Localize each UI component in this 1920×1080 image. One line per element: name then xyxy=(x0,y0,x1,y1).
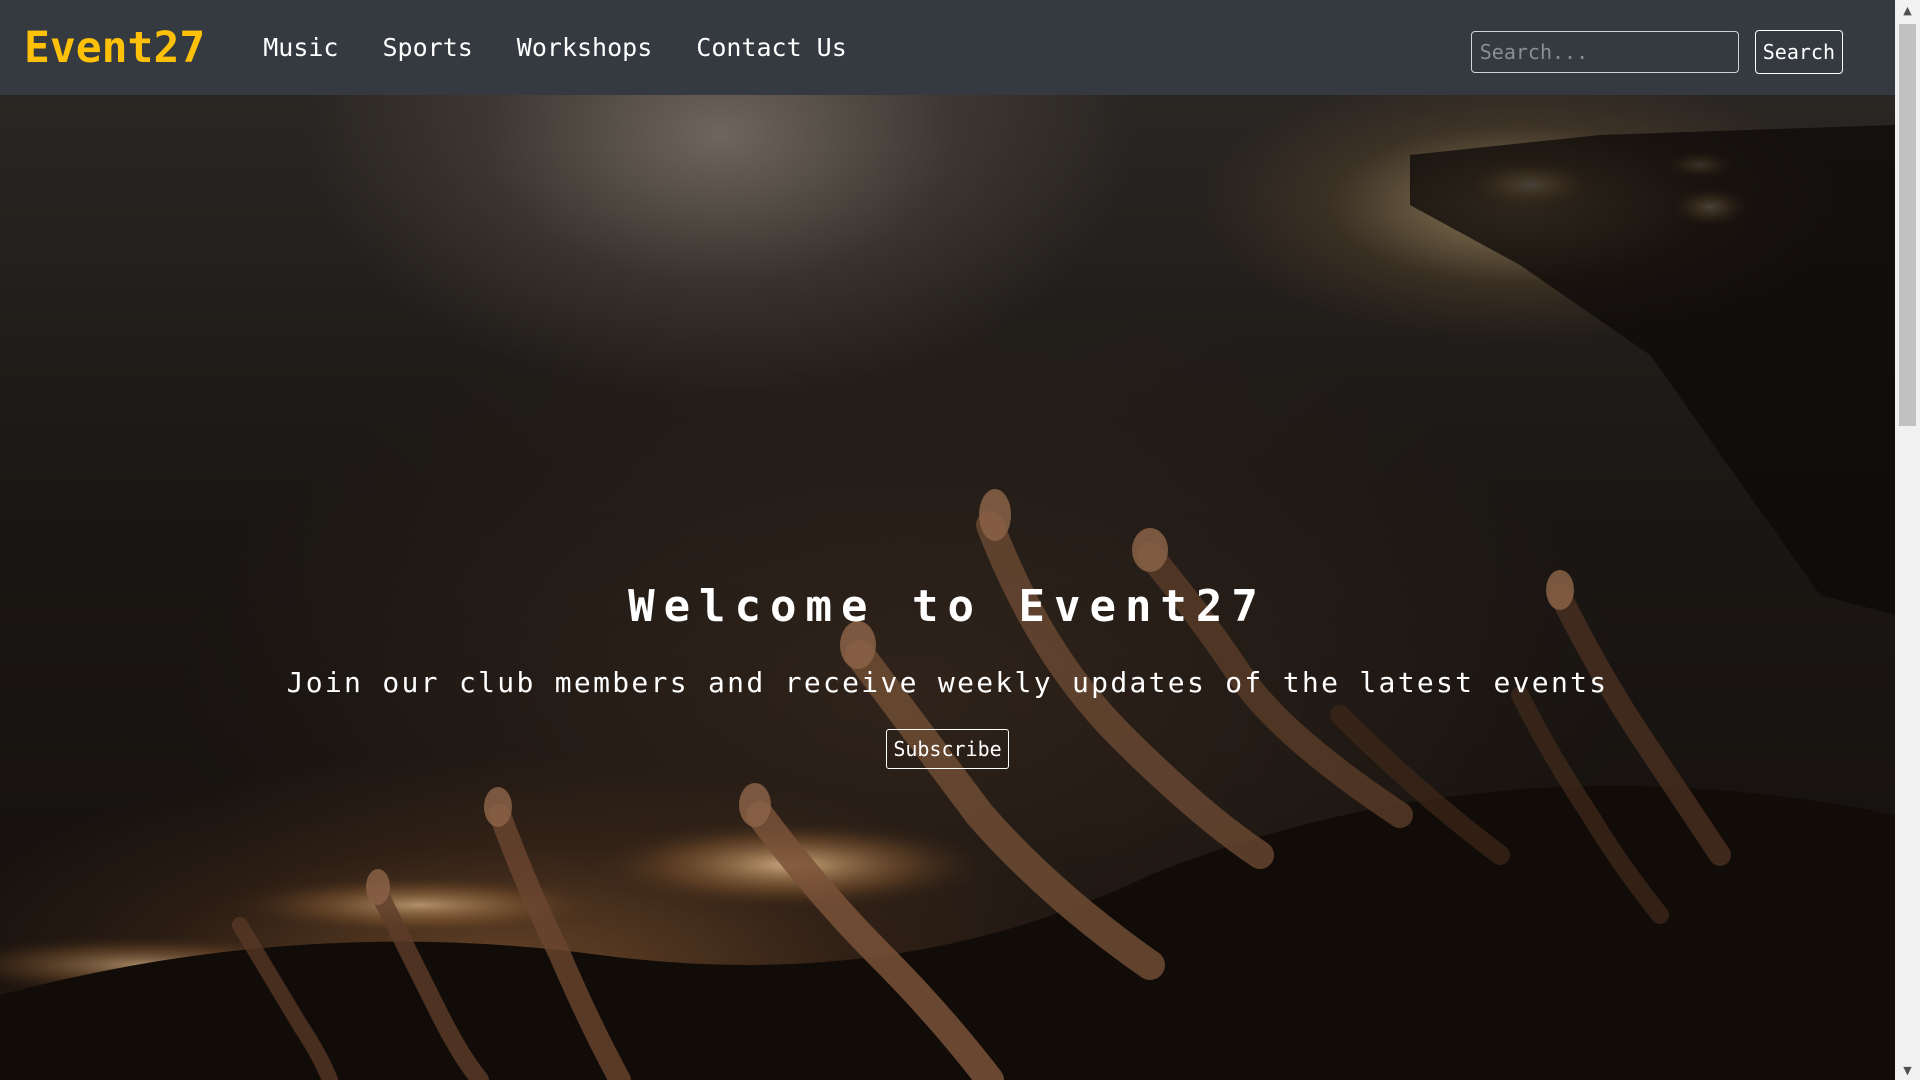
hero-subtitle: Join our club members and receive weekly… xyxy=(286,666,1609,699)
hero-title: Welcome to Event27 xyxy=(628,581,1267,632)
scroll-thumb[interactable] xyxy=(1899,24,1916,426)
hero-content: Welcome to Event27 Join our club members… xyxy=(0,585,1895,769)
vertical-scrollbar[interactable]: ▲ ▼ xyxy=(1895,0,1920,1080)
brand-logo[interactable]: Event27 xyxy=(24,23,205,73)
nav-links: Music Sports Workshops Contact Us xyxy=(263,33,891,62)
page: Event27 Music Sports Workshops Contact U… xyxy=(0,0,1920,1080)
nav-link-sports[interactable]: Sports xyxy=(382,33,472,62)
top-navbar: Event27 Music Sports Workshops Contact U… xyxy=(0,0,1895,95)
nav-link-workshops[interactable]: Workshops xyxy=(517,33,652,62)
subscribe-button[interactable]: Subscribe xyxy=(886,729,1009,769)
scroll-down-arrow-icon[interactable]: ▼ xyxy=(1895,1060,1920,1080)
search-form: Search xyxy=(1470,30,1843,74)
hero-section: Welcome to Event27 Join our club members… xyxy=(0,95,1895,1080)
search-button[interactable]: Search xyxy=(1754,30,1843,74)
nav-link-contact-us[interactable]: Contact Us xyxy=(696,33,847,62)
nav-link-music[interactable]: Music xyxy=(263,33,338,62)
search-input[interactable] xyxy=(1470,31,1739,73)
scroll-up-arrow-icon[interactable]: ▲ xyxy=(1895,0,1920,20)
